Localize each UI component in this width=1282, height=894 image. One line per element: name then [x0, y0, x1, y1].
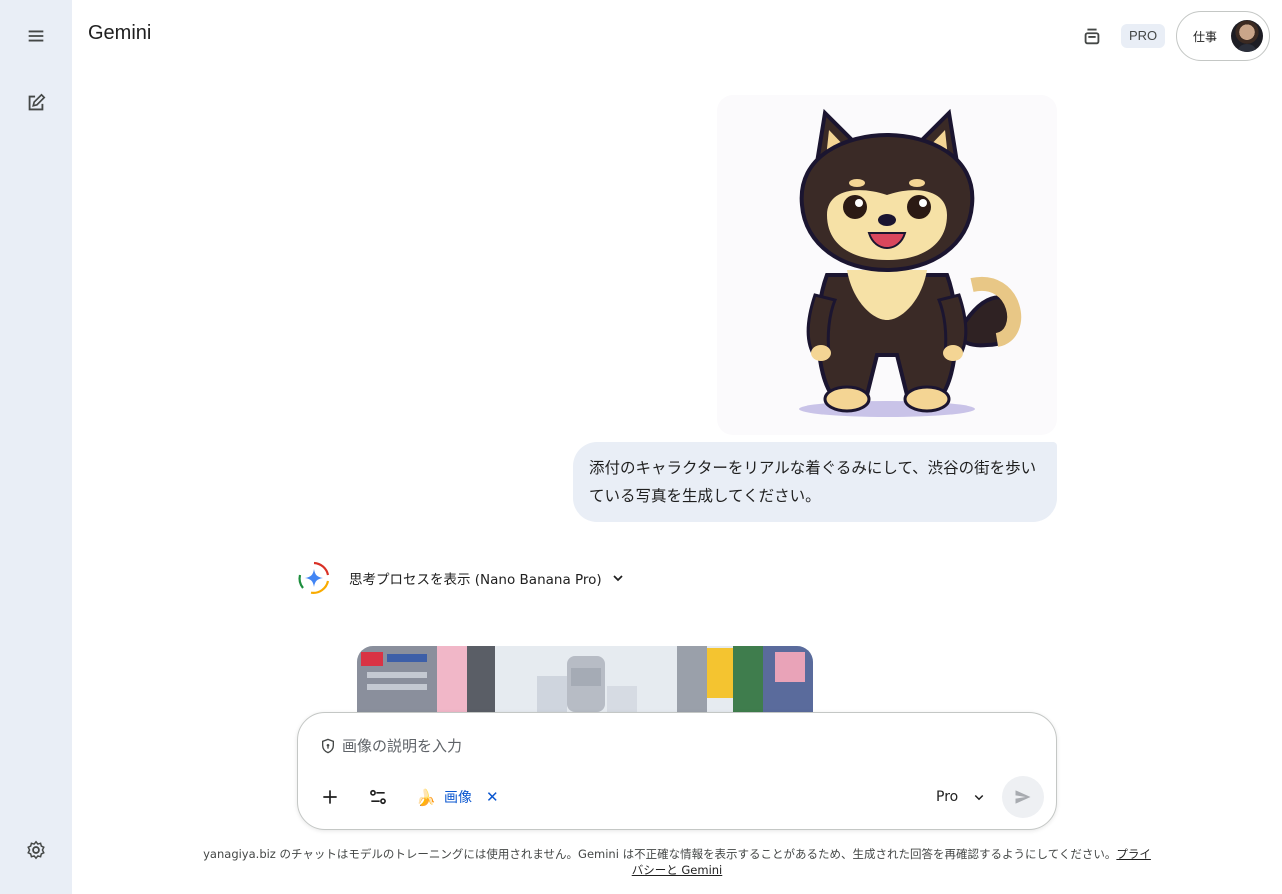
thinking-label: 思考プロセスを表示 (Nano Banana Pro)	[349, 572, 602, 588]
account-label: 仕事	[1193, 29, 1218, 44]
gear-icon	[27, 840, 45, 860]
add-button[interactable]	[310, 777, 350, 817]
shibuya-street-photo	[357, 646, 813, 712]
prompt-composer: 🍌 画像 ✕ Pro	[297, 712, 1057, 830]
plus-icon	[323, 790, 337, 804]
disclaimer: yanagiya.biz のチャットはモデルのトレーニングには使用されません。G…	[200, 846, 1154, 878]
send-button[interactable]	[1002, 776, 1044, 818]
account-switcher[interactable]: 仕事	[1176, 11, 1270, 61]
edit-icon	[28, 93, 46, 111]
disclaimer-text: yanagiya.biz のチャットはモデルのトレーニングには使用されません。G…	[203, 847, 1117, 861]
gemini-spark-icon	[297, 561, 331, 595]
avatar[interactable]	[1231, 20, 1263, 52]
shield-icon	[322, 738, 334, 754]
image-tool-chip[interactable]: 🍌 画像 ✕	[416, 785, 499, 809]
prompt-input[interactable]	[342, 733, 942, 759]
temporary-chat-button[interactable]	[1074, 18, 1110, 54]
shiba-character-illustration	[799, 108, 1022, 417]
menu-icon	[28, 30, 44, 42]
uploaded-character-image[interactable]	[717, 95, 1057, 435]
temporary-chat-icon	[1084, 28, 1100, 45]
remove-tool-button[interactable]: ✕	[486, 788, 499, 806]
model-selector[interactable]: Pro	[936, 785, 988, 809]
top-bar: Gemini PRO 仕事	[72, 0, 1282, 72]
settings-button[interactable]	[16, 830, 56, 870]
tools-button[interactable]	[358, 777, 398, 817]
menu-button[interactable]	[16, 16, 56, 56]
new-chat-button[interactable]	[16, 83, 56, 123]
send-icon	[1015, 790, 1031, 804]
generated-image[interactable]	[357, 646, 813, 712]
banana-icon: 🍌	[416, 787, 436, 807]
app-title: Gemini	[88, 22, 152, 44]
chevron-down-icon	[613, 575, 623, 582]
model-label: Pro	[936, 789, 959, 805]
chevron-down-icon	[974, 794, 984, 801]
tune-icon	[370, 789, 386, 805]
tool-label: 画像	[444, 790, 472, 806]
pro-badge: PRO	[1121, 24, 1166, 48]
user-message-bubble: 添付のキャラクターをリアルな着ぐるみにして、渋谷の街を歩いている写真を生成してく…	[573, 442, 1057, 522]
sidebar	[0, 0, 72, 894]
show-thinking-toggle[interactable]: 思考プロセスを表示 (Nano Banana Pro)	[297, 560, 626, 596]
